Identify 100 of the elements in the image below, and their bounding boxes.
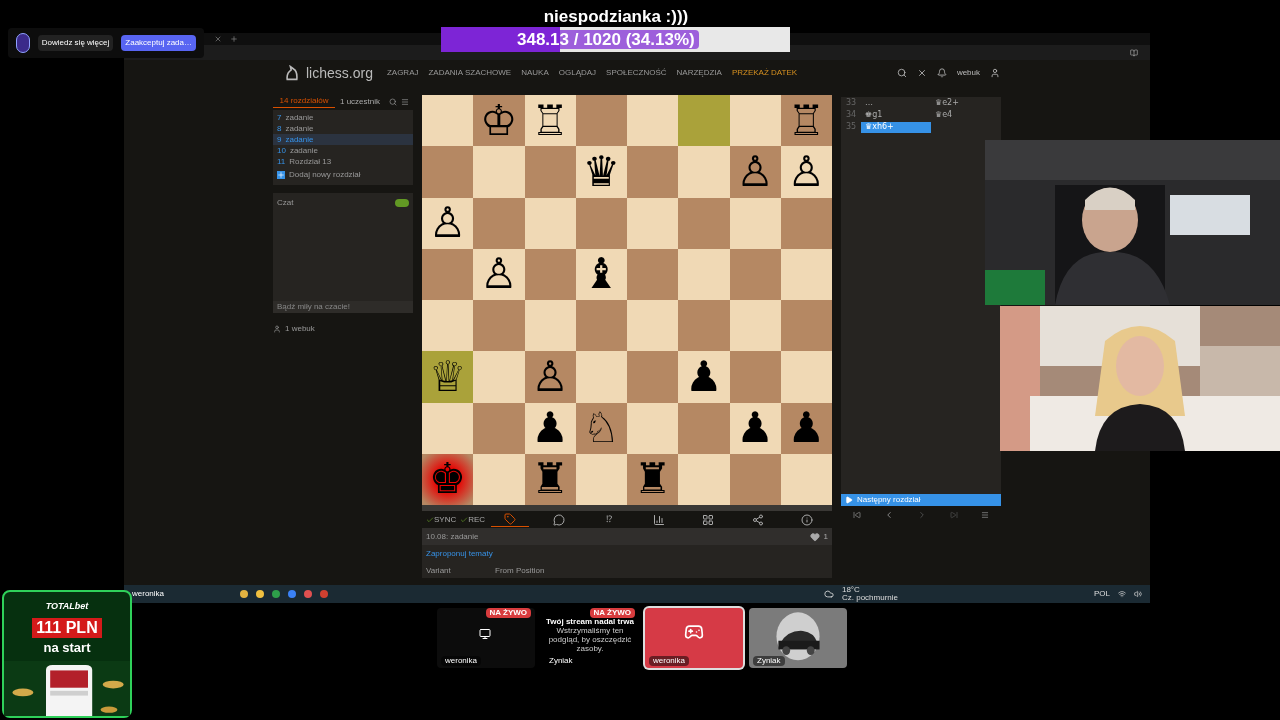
board-square[interactable]: ♟ xyxy=(678,351,730,403)
board-square[interactable] xyxy=(575,95,627,147)
chess-piece[interactable]: ♙ xyxy=(480,253,518,296)
search-icon[interactable] xyxy=(389,97,397,106)
chess-piece[interactable]: ♔ xyxy=(480,99,518,142)
board-square[interactable] xyxy=(729,300,781,352)
board-square[interactable]: ♚ xyxy=(422,453,474,505)
accept-button[interactable]: Zaakceptuj zada… xyxy=(121,35,196,51)
chess-piece[interactable]: ♕ xyxy=(428,355,467,398)
board-square[interactable] xyxy=(729,197,781,249)
menu-icon[interactable] xyxy=(981,511,990,519)
chat-input[interactable]: Bądź miły na czacie! xyxy=(273,301,413,313)
board-square[interactable]: ♙ xyxy=(729,146,781,198)
nav-link[interactable]: ZADANIA SZACHOWE xyxy=(428,67,512,79)
board-square[interactable] xyxy=(575,197,627,249)
board-square[interactable] xyxy=(627,300,679,352)
nav-link[interactable]: NARZĘDZIA xyxy=(676,67,722,79)
board-square[interactable]: ♙ xyxy=(422,197,474,249)
nav-link[interactable]: PRZEKAŻ DATEK xyxy=(731,67,798,79)
site-logo[interactable]: lichess.org xyxy=(306,62,373,84)
board-square[interactable] xyxy=(729,95,781,147)
close-icon[interactable] xyxy=(916,68,927,78)
board-square[interactable] xyxy=(627,95,679,147)
new-tab-icon[interactable] xyxy=(230,35,238,43)
board-square[interactable] xyxy=(627,197,679,249)
chess-piece[interactable]: ♜ xyxy=(531,458,569,501)
tool-tab[interactable]: ⁉ xyxy=(590,512,628,527)
chapter-item[interactable]: 9 zadanie xyxy=(273,134,413,145)
board-square[interactable] xyxy=(729,248,781,300)
stream-tile[interactable]: weronika xyxy=(645,608,743,668)
chapter-item[interactable]: 10 zadanie xyxy=(273,145,413,156)
move[interactable]: ♛e4 xyxy=(931,109,1001,121)
board-square[interactable] xyxy=(524,197,576,249)
board-square[interactable] xyxy=(422,300,474,352)
move[interactable]: ♛e2+ xyxy=(931,97,1001,109)
nav-link[interactable]: ZAGRAJ xyxy=(386,67,419,79)
user-icon[interactable] xyxy=(990,68,1000,78)
chapter-item[interactable]: 7 zadanie xyxy=(273,112,413,123)
board-square[interactable]: ♜ xyxy=(524,453,576,505)
chess-piece[interactable]: ♙ xyxy=(428,202,467,245)
board-square[interactable]: ♕ xyxy=(422,351,474,403)
chess-piece[interactable]: ♖ xyxy=(787,99,826,142)
chat-toggle[interactable] xyxy=(395,199,409,207)
board-square[interactable] xyxy=(627,248,679,300)
chess-piece[interactable]: ♙ xyxy=(787,150,826,193)
board-square[interactable] xyxy=(422,402,474,454)
board-square[interactable]: ♙ xyxy=(473,248,525,300)
board-square[interactable] xyxy=(780,453,832,505)
study-tab[interactable]: 14 rozdziałów xyxy=(273,95,335,108)
stream-tile[interactable]: Zyniak xyxy=(749,608,847,668)
chess-piece[interactable]: ♙ xyxy=(736,150,774,193)
last-move-icon[interactable] xyxy=(950,511,959,519)
rec-toggle[interactable]: REC xyxy=(460,513,486,526)
board-square[interactable] xyxy=(780,300,832,352)
board-square[interactable] xyxy=(422,248,474,300)
board-square[interactable] xyxy=(780,248,832,300)
chapter-item[interactable]: 8 zadanie xyxy=(273,123,413,134)
chess-piece[interactable]: ♖ xyxy=(531,99,569,142)
board-square[interactable]: ♔ xyxy=(473,95,525,147)
stream-tile[interactable]: NA ŻYWO weronika xyxy=(437,608,535,668)
add-chapter-button[interactable]: Dodaj nowy rozdział xyxy=(273,169,365,181)
board-square[interactable]: ♟ xyxy=(780,402,832,454)
chess-piece[interactable]: ♟ xyxy=(736,407,774,450)
board-square[interactable]: ♝ xyxy=(575,248,627,300)
nav-link[interactable]: NAUKA xyxy=(521,67,549,79)
board-square[interactable] xyxy=(524,300,576,352)
user-name[interactable]: webuk xyxy=(956,67,980,79)
board-square[interactable] xyxy=(627,402,679,454)
chess-piece[interactable]: ♟ xyxy=(531,407,569,450)
board-square[interactable]: ♟ xyxy=(729,402,781,454)
knight-logo-icon[interactable] xyxy=(284,65,300,81)
board-square[interactable]: ♖ xyxy=(780,95,832,147)
chapter-item[interactable]: 11 Rozdział 13 xyxy=(273,156,413,167)
bell-icon[interactable] xyxy=(936,68,947,78)
board-square[interactable]: ♖ xyxy=(524,95,576,147)
like-button[interactable]: 1 xyxy=(809,530,828,543)
suggest-link[interactable]: Zaproponuj tematy xyxy=(426,549,828,559)
board-square[interactable]: ♘ xyxy=(575,402,627,454)
sync-toggle[interactable]: SYNC xyxy=(426,513,457,526)
menu-icon[interactable] xyxy=(401,97,409,106)
bookmark-icon[interactable] xyxy=(1130,48,1138,57)
first-move-icon[interactable] xyxy=(852,511,861,519)
chess-piece[interactable]: ♘ xyxy=(582,407,621,450)
chess-piece[interactable]: ♝ xyxy=(582,253,621,296)
study-tab[interactable]: 1 uczestnik xyxy=(335,95,385,108)
board-square[interactable] xyxy=(780,197,832,249)
chess-piece[interactable]: ♟ xyxy=(685,355,723,398)
tool-tab[interactable] xyxy=(490,512,529,527)
move[interactable]: ♚g1 xyxy=(861,109,931,121)
chess-piece[interactable]: ♜ xyxy=(633,458,672,501)
board-square[interactable]: ♙ xyxy=(780,146,832,198)
nav-link[interactable]: OGLĄDAJ xyxy=(558,67,597,79)
board-square[interactable] xyxy=(729,453,781,505)
board-square[interactable] xyxy=(575,453,627,505)
board-square[interactable] xyxy=(575,300,627,352)
chess-piece[interactable]: ♙ xyxy=(531,355,569,398)
chess-piece[interactable]: ♚ xyxy=(428,458,467,501)
board-square[interactable]: ♙ xyxy=(524,351,576,403)
close-tab-icon[interactable] xyxy=(214,35,222,43)
board-square[interactable]: ♜ xyxy=(627,453,679,505)
